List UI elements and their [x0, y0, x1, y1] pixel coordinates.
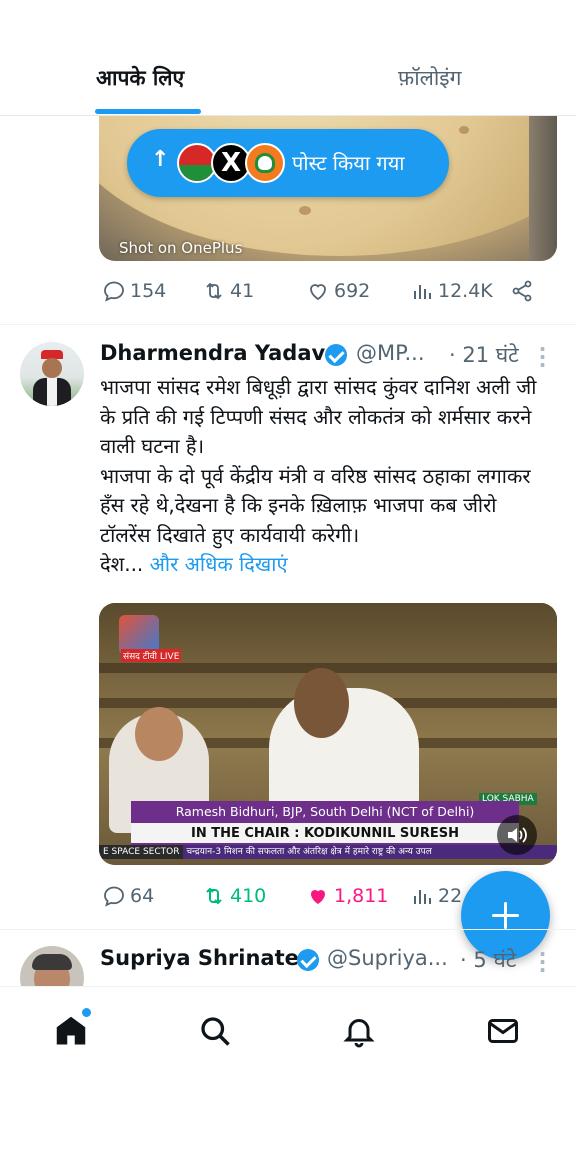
views-button[interactable]: 22: [410, 884, 462, 908]
arrow-up-icon: ↑: [151, 147, 170, 172]
mute-button[interactable]: [497, 815, 537, 855]
post-time: · 5 घंटे: [460, 948, 517, 972]
messages-icon: [488, 1019, 518, 1043]
unread-dot: [82, 1008, 91, 1017]
tweet3-header: Supriya Shrinate @Supriya... · 5 घंटे · ·…: [100, 944, 560, 980]
tweet2-body[interactable]: भाजपा सांसद रमेश बिधूड़ी द्वारा सांसद कु…: [100, 373, 550, 580]
video-banner-speaker: Ramesh Bidhuri, BJP, South Delhi (NCT of…: [131, 801, 519, 823]
channel-tag: संसद टीवी LIVE: [121, 649, 182, 662]
tweet3[interactable]: Supriya Shrinate @Supriya... · 5 घंटे · ·…: [0, 930, 576, 986]
like-icon: [311, 890, 325, 904]
author-name[interactable]: Supriya Shrinate: [100, 946, 299, 970]
media-caption: Shot on OnePlus: [119, 239, 243, 257]
tweet1-action-bar: 154 41 692 12.4K: [100, 279, 540, 309]
views-count: 22: [438, 885, 463, 907]
video-banner-chair: IN THE CHAIR : KODIKUNNIL SURESH: [131, 823, 519, 845]
like-count: 692: [334, 280, 371, 302]
author-name[interactable]: Dharmendra Yadav: [100, 341, 325, 365]
tweet-text-paragraph: देश... और अधिक दिखाएं: [100, 550, 550, 580]
image-pan-edge: [529, 116, 557, 261]
like-button[interactable]: 1,811: [306, 884, 388, 908]
repost-count: 41: [230, 280, 255, 302]
verified-icon: [325, 344, 347, 366]
verified-icon: [297, 949, 319, 971]
post-time: · 21 घंटे: [449, 343, 519, 367]
image-detail: [299, 206, 311, 215]
share-icon: [512, 280, 532, 302]
nav-home[interactable]: [53, 1013, 93, 1053]
search-icon: [201, 1017, 230, 1046]
image-detail: [459, 126, 469, 134]
avatar[interactable]: [20, 946, 84, 986]
author-handle[interactable]: @Supriya...: [327, 946, 448, 970]
new-posts-label: पोस्ट किया गया: [292, 151, 405, 175]
tweet-text-paragraph: भाजपा के दो पूर्व केंद्रीय मंत्री व वरिष…: [100, 463, 531, 547]
notifications-icon: [343, 1019, 375, 1048]
repost-button[interactable]: 410: [202, 884, 266, 908]
reply-count: 64: [130, 885, 155, 907]
video-ticker: E SPACE SECTOR चन्द्रयान-3 मिशन की सफलता…: [99, 845, 557, 859]
reply-count: 154: [130, 280, 167, 302]
new-posts-pill[interactable]: ↑ X पोस्ट किया गया: [127, 129, 449, 197]
tweet2-video[interactable]: संसद टीवी LIVE LOK SABHA Ramesh Bidhuri,…: [99, 603, 557, 865]
like-count: 1,811: [334, 885, 389, 907]
repost-icon: [206, 282, 222, 300]
ticker-label: E SPACE SECTOR: [99, 845, 184, 859]
views-button[interactable]: 12.4K: [410, 279, 493, 303]
top-tab-bar: आपके लिए फ़ॉलोइंग: [0, 0, 576, 116]
repost-icon: [206, 887, 222, 905]
tab-following[interactable]: फ़ॉलोइंग: [398, 64, 461, 92]
tab-for-you[interactable]: आपके लिए: [96, 64, 184, 92]
avatar[interactable]: [20, 342, 84, 406]
reply-icon: [104, 281, 124, 302]
views-icon: [414, 890, 431, 904]
like-button[interactable]: 692: [306, 279, 370, 303]
views-icon: [414, 285, 431, 299]
like-icon: [310, 284, 326, 301]
show-more-link[interactable]: और अधिक दिखाएं: [150, 552, 288, 576]
more-icon[interactable]: · · ·: [537, 339, 547, 375]
bottom-navigation: [0, 986, 576, 1076]
nav-search[interactable]: [197, 1013, 237, 1053]
avatar-party-logo: [245, 143, 285, 183]
reply-button[interactable]: 154: [102, 279, 166, 303]
tweet2-header: Dharmendra Yadav @MP... · 21 घंटे · · ·: [100, 339, 560, 375]
author-handle[interactable]: @MP...: [356, 341, 425, 365]
tweet-text-paragraph: भाजपा सांसद रमेश बिधूड़ी द्वारा सांसद कु…: [100, 375, 537, 458]
share-button[interactable]: [510, 279, 534, 303]
active-tab-indicator: [95, 109, 201, 114]
mute-icon: [508, 827, 527, 843]
repost-count: 410: [230, 885, 267, 907]
more-icon[interactable]: · · ·: [537, 944, 547, 980]
ticker-text: चन्द्रयान-3 मिशन की सफलता और अंतरिक्ष क्…: [186, 847, 432, 857]
views-count: 12.4K: [438, 280, 493, 302]
repost-button[interactable]: 41: [202, 279, 254, 303]
tweet-text-truncated: देश...: [100, 552, 144, 576]
home-icon: [56, 1016, 86, 1045]
nav-messages[interactable]: [485, 1013, 525, 1053]
nav-notifications[interactable]: [341, 1013, 381, 1053]
divider: [0, 324, 576, 325]
reply-button[interactable]: 64: [102, 884, 154, 908]
reply-icon: [104, 886, 124, 907]
